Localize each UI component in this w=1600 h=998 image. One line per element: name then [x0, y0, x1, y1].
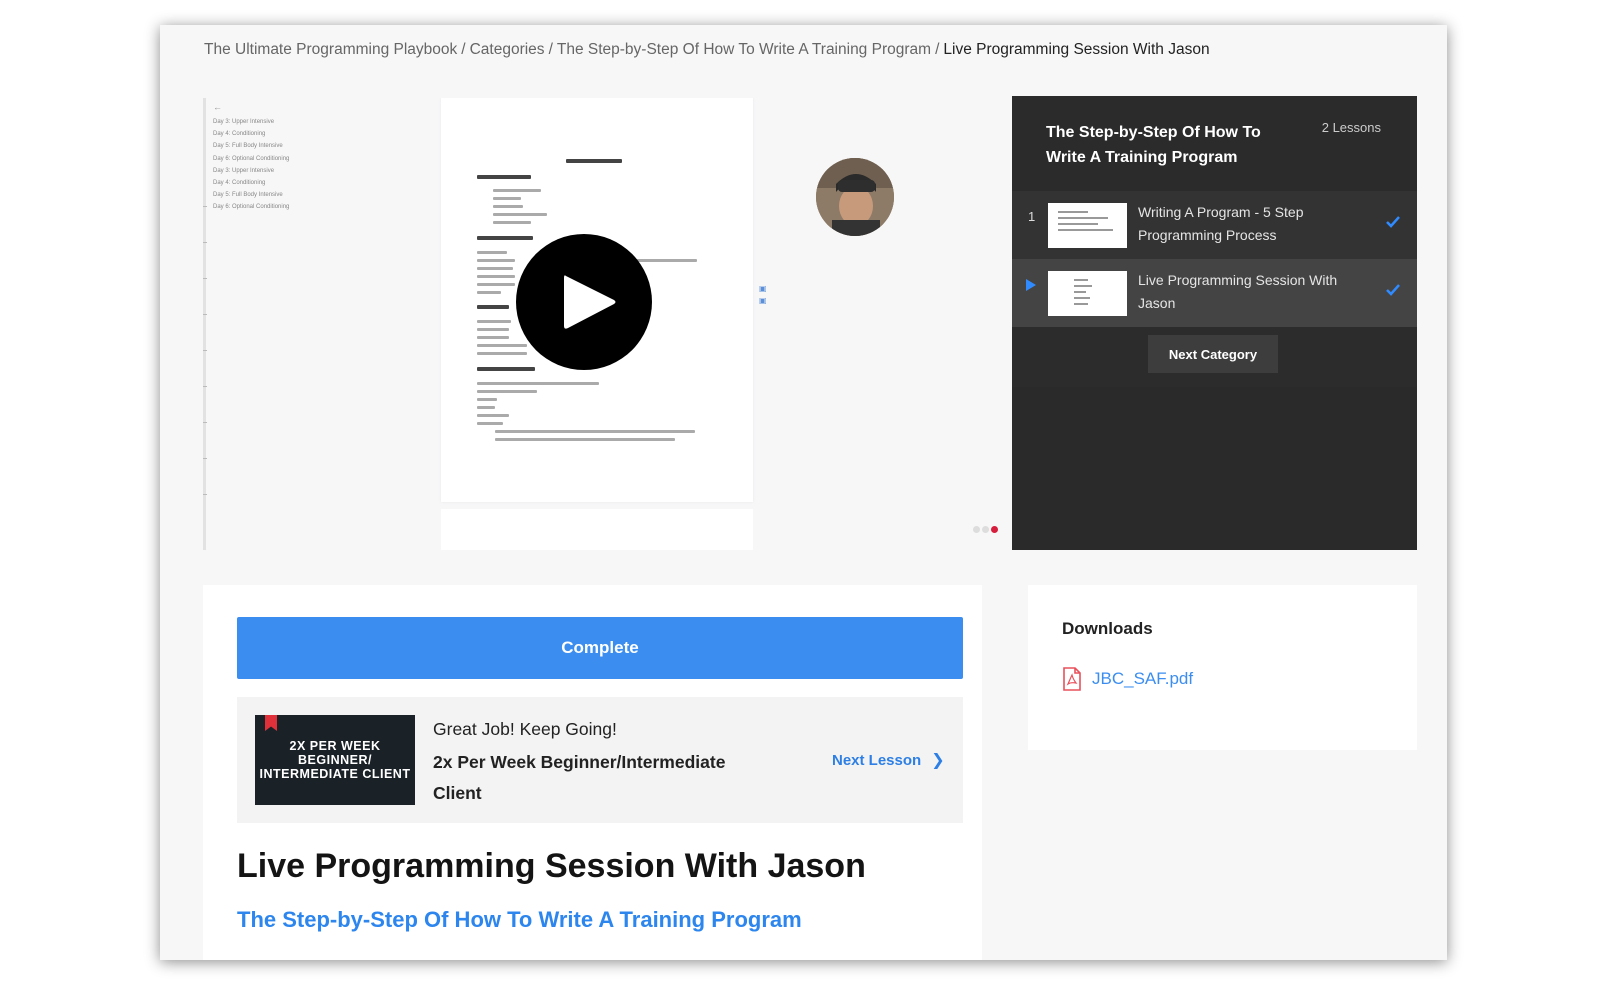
- download-file-name: JBC_SAF.pdf: [1092, 669, 1194, 688]
- lesson-thumbnail: [1048, 271, 1127, 316]
- complete-button[interactable]: Complete: [237, 617, 963, 679]
- lesson-list-footer: Next Category: [1012, 327, 1417, 387]
- lesson-list-panel: The Step-by-Step Of How To Write A Train…: [1012, 96, 1417, 550]
- next-lesson-title: 2x Per Week Beginner/Intermediate Client: [433, 752, 726, 803]
- current-lesson-play-icon: [1026, 279, 1036, 291]
- outline-item: Day 6: Optional Conditioning: [213, 155, 290, 162]
- lesson-thumbnail: [1048, 203, 1127, 248]
- avatar-face-icon: [816, 158, 894, 236]
- downloads-card: Downloads JBC_SAF.pdf: [1028, 585, 1417, 750]
- doc-sidebar-border: [203, 98, 206, 550]
- lesson-title: Writing A Program - 5 Step Programming P…: [1138, 204, 1304, 243]
- bookmark-icon: [265, 715, 277, 731]
- next-lesson-box: 2X PER WEEK BEGINNER/ INTERMEDIATE CLIEN…: [237, 697, 963, 823]
- outline-item: Day 5: Full Body Intensive: [213, 143, 283, 150]
- next-lesson-thumbnail[interactable]: 2X PER WEEK BEGINNER/ INTERMEDIATE CLIEN…: [255, 715, 415, 805]
- play-button[interactable]: [516, 234, 652, 370]
- back-arrow-icon: ←: [213, 102, 222, 112]
- category-link[interactable]: The Step-by-Step Of How To Write A Train…: [237, 907, 802, 933]
- outline-item: Day 3: Upper Intensive: [213, 119, 275, 125]
- lesson-page: The Ultimate Programming Playbook / Catego…: [160, 25, 1447, 960]
- check-icon: [1386, 284, 1400, 296]
- breadcrumb-separator: /: [548, 41, 553, 58]
- lesson-item-live-programming[interactable]: Live Programming Session With Jason: [1012, 259, 1417, 327]
- breadcrumb-link-categories[interactable]: Categories: [470, 41, 545, 58]
- download-file-link[interactable]: JBC_SAF.pdf: [1062, 667, 1193, 691]
- breadcrumb-separator: /: [461, 41, 466, 58]
- outline-item: Day 5: Full Body Intensive: [213, 192, 283, 199]
- thumbnail-text: 2X PER WEEK BEGINNER/ INTERMEDIATE CLIEN…: [259, 739, 411, 781]
- breadcrumb: The Ultimate Programming Playbook / Catego…: [204, 41, 1210, 59]
- outline-item: Day 4: Conditioning: [213, 180, 266, 187]
- doc-outline: Day 3: Upper Intensive Day 4: Conditioni…: [213, 116, 289, 214]
- outline-item: Day 4: Conditioning: [213, 131, 266, 138]
- lesson-list-header: The Step-by-Step Of How To Write A Train…: [1012, 96, 1417, 191]
- outline-item: Day 3: Upper Intensive: [213, 167, 275, 174]
- next-lesson-kicker: Great Job! Keep Going!: [433, 719, 617, 739]
- page-title: Live Programming Session With Jason: [237, 847, 866, 885]
- breadcrumb-link-category[interactable]: The Step-by-Step Of How To Write A Train…: [557, 41, 931, 58]
- outline-item: Day 6: Optional Conditioning: [213, 204, 290, 211]
- next-category-button[interactable]: Next Category: [1148, 335, 1278, 373]
- play-icon: [564, 275, 616, 329]
- lesson-content-card: Complete 2X PER WEEK BEGINNER/ INTERMEDI…: [203, 585, 982, 960]
- next-lesson-label: Next Lesson: [832, 752, 922, 769]
- chevron-right-icon: ❯: [931, 752, 945, 769]
- lesson-number: 1: [1028, 209, 1036, 224]
- lesson-count: 2 Lessons: [1321, 120, 1381, 135]
- breadcrumb-current: Live Programming Session With Jason: [943, 41, 1210, 58]
- pdf-file-icon: [1063, 667, 1081, 691]
- next-lesson-link[interactable]: Next Lesson ❯: [832, 750, 945, 770]
- lesson-title: Live Programming Session With Jason: [1138, 272, 1338, 311]
- check-icon: [1386, 216, 1400, 228]
- player-indicator-dots: [973, 520, 1000, 538]
- document-page: [441, 509, 753, 550]
- downloads-title: Downloads: [1062, 619, 1153, 638]
- doc-comment-icon: ▣ ▣: [759, 284, 767, 305]
- video-player[interactable]: ← Day 3: Upper Intensive Day 4: Conditio…: [203, 98, 1011, 550]
- breadcrumb-separator: /: [935, 41, 940, 58]
- webcam-avatar: [816, 158, 894, 236]
- breadcrumb-link-course[interactable]: The Ultimate Programming Playbook: [204, 41, 457, 58]
- lesson-item-writing-a-program[interactable]: 1 Writing A Program - 5 Step Programming…: [1012, 191, 1417, 259]
- category-title: The Step-by-Step Of How To Write A Train…: [1046, 124, 1261, 166]
